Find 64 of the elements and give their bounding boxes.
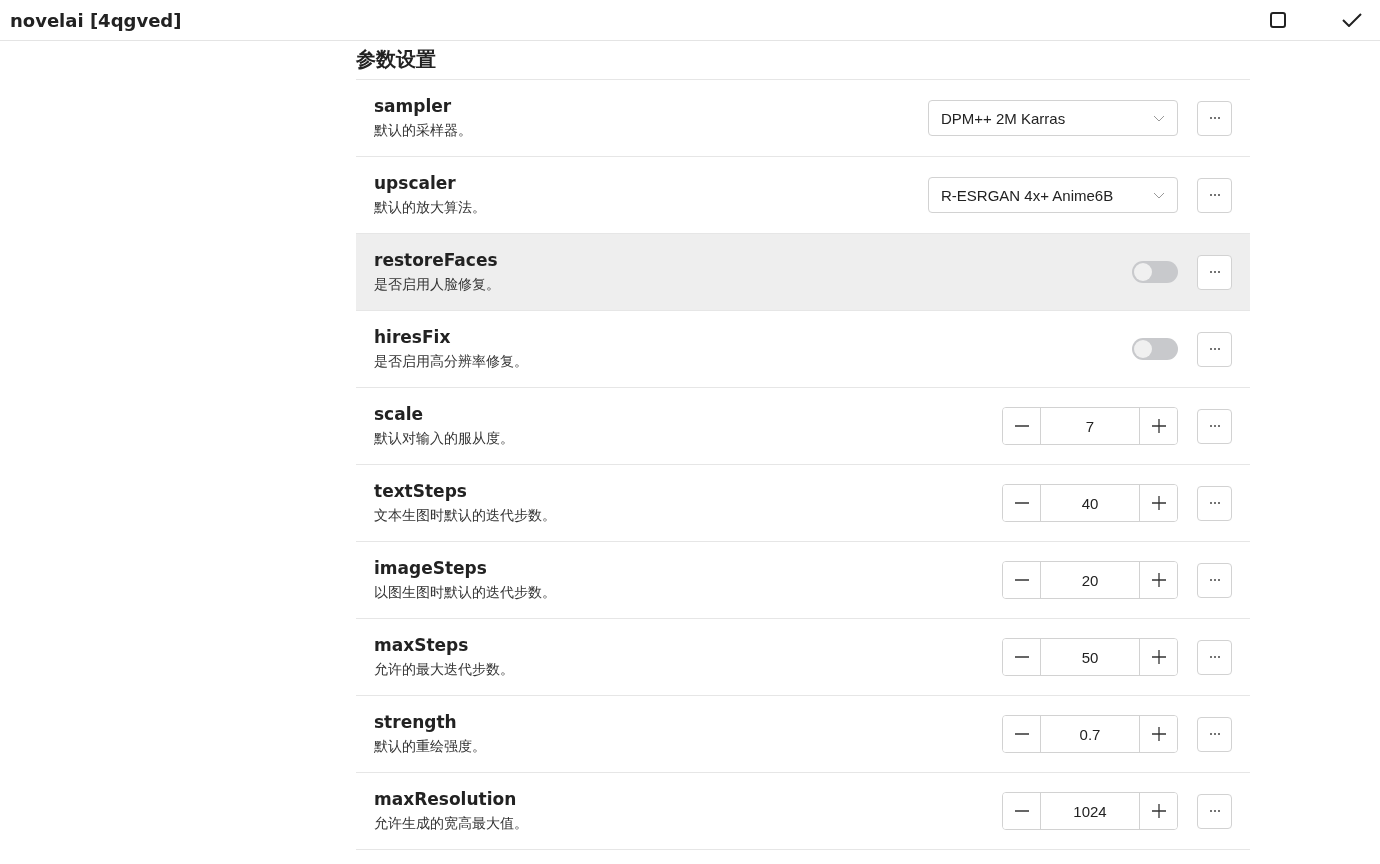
number-stepper[interactable]: 0.7	[1002, 715, 1178, 753]
setting-name: maxResolution	[374, 789, 518, 809]
setting-description: 是否启用人脸修复。	[374, 276, 501, 294]
setting-description: 默认对输入的服从度。	[374, 430, 515, 448]
plus-icon	[1151, 650, 1166, 664]
minus-icon	[1014, 579, 1029, 581]
setting-description: 默认的重绘强度。	[374, 738, 487, 756]
minus-icon	[1014, 656, 1029, 658]
more-icon	[1208, 270, 1221, 274]
select-dropdown[interactable]: R-ESRGAN 4x+ Anime6B	[928, 177, 1178, 213]
more-icon	[1208, 578, 1221, 582]
minus-icon	[1014, 425, 1029, 427]
number-stepper[interactable]: 7	[1002, 407, 1178, 445]
setting-name: imageSteps	[374, 558, 488, 578]
setting-description: 是否启用高分辨率修复。	[374, 353, 529, 371]
more-icon	[1208, 809, 1221, 813]
plus-icon	[1151, 496, 1166, 510]
chevron-down-icon	[1153, 191, 1165, 199]
check-icon	[1342, 13, 1362, 27]
setting-description: 以图生图时默认的迭代步数。	[374, 584, 557, 602]
toggle-switch[interactable]	[1132, 338, 1178, 360]
select-dropdown[interactable]: DPM++ 2M Karras	[928, 100, 1178, 136]
number-input[interactable]: 1024	[1040, 793, 1140, 829]
setting-name: upscaler	[374, 173, 457, 193]
minus-icon	[1014, 733, 1029, 735]
more-icon	[1208, 655, 1221, 659]
more-icon	[1208, 116, 1221, 120]
number-input[interactable]: 20	[1040, 562, 1140, 598]
more-icon	[1208, 193, 1221, 197]
square-icon	[1270, 12, 1286, 28]
setting-description: 允许的最大迭代步数。	[374, 661, 515, 679]
number-input[interactable]: 50	[1040, 639, 1140, 675]
setting-description: 默认的采样器。	[374, 122, 473, 140]
plus-icon	[1151, 573, 1166, 587]
number-stepper[interactable]: 1024	[1002, 792, 1178, 830]
plus-icon	[1151, 804, 1166, 818]
more-icon	[1208, 424, 1221, 428]
more-icon	[1208, 732, 1221, 736]
more-icon	[1208, 347, 1221, 351]
setting-name: textSteps	[374, 481, 468, 501]
number-stepper[interactable]: 20	[1002, 561, 1178, 599]
number-stepper[interactable]: 40	[1002, 484, 1178, 522]
number-input[interactable]: 0.7	[1040, 716, 1140, 752]
window-title: novelai [4qgved]	[10, 9, 183, 31]
setting-name: strength	[374, 712, 458, 732]
plus-icon	[1151, 419, 1166, 433]
setting-description: 文本生图时默认的迭代步数。	[374, 507, 557, 525]
setting-name: hiresFix	[374, 327, 452, 347]
setting-name: maxSteps	[374, 635, 470, 655]
setting-name: restoreFaces	[374, 250, 499, 270]
setting-description: 默认的放大算法。	[374, 199, 487, 217]
setting-name: scale	[374, 404, 425, 424]
minus-icon	[1014, 502, 1029, 504]
number-input[interactable]: 7	[1040, 408, 1140, 444]
chevron-down-icon	[1153, 114, 1165, 122]
setting-name: sampler	[374, 96, 453, 116]
more-icon	[1208, 501, 1221, 505]
plus-icon	[1151, 727, 1166, 741]
number-input[interactable]: 40	[1040, 485, 1140, 521]
minus-icon	[1014, 810, 1029, 812]
setting-description: 允许生成的宽高最大值。	[374, 815, 529, 833]
toggle-switch[interactable]	[1132, 261, 1178, 283]
number-stepper[interactable]: 50	[1002, 638, 1178, 676]
section-title: 参数设置	[356, 46, 437, 73]
